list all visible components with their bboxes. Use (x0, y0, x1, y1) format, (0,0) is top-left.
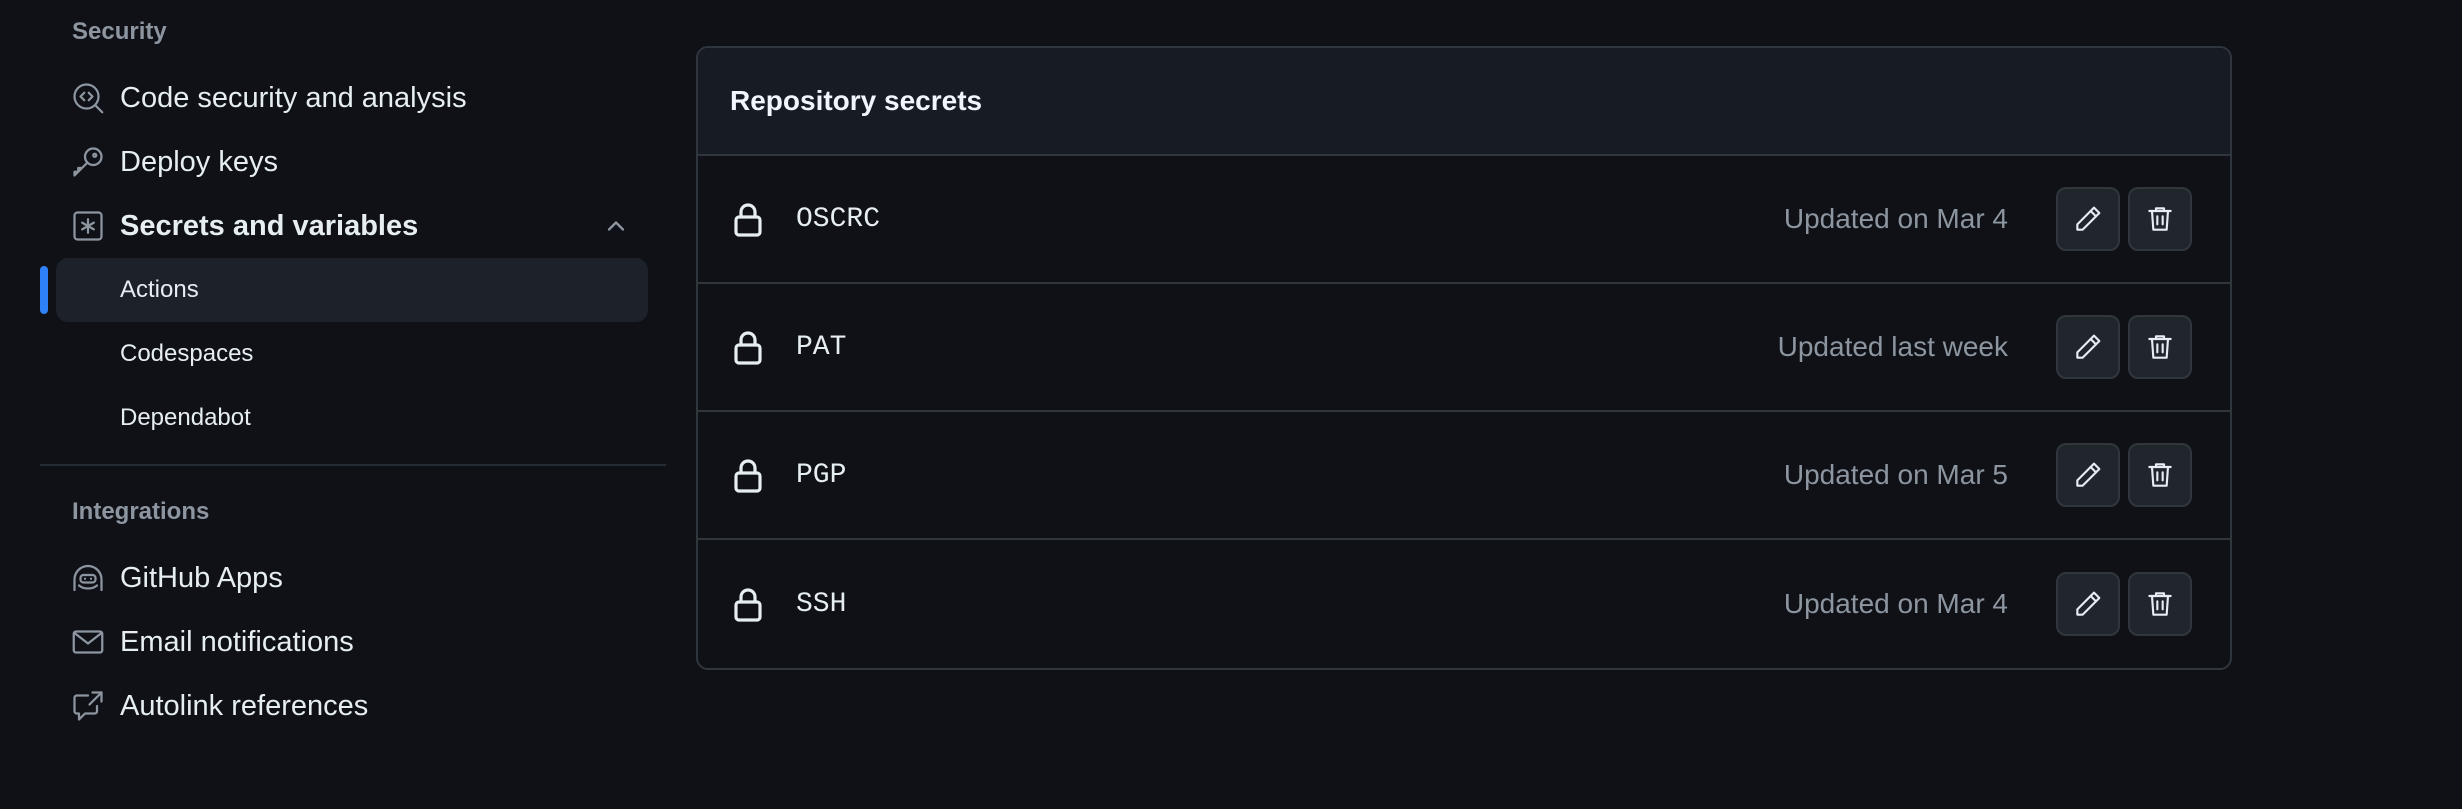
sidebar-item-autolink-references[interactable]: Autolink references (56, 676, 648, 736)
sidebar-item-deploy-keys[interactable]: Deploy keys (56, 132, 648, 192)
sidebar-item-label: Email notifications (120, 625, 354, 658)
sidebar-item-code-security[interactable]: Code security and analysis (56, 68, 648, 128)
settings-sidebar: Security Code security and analysis Depl… (0, 0, 670, 809)
sidebar-subitem-label: Dependabot (120, 404, 251, 431)
sidebar-item-github-apps[interactable]: GitHub Apps (56, 548, 648, 608)
security-heading: Security (72, 18, 167, 45)
edit-secret-button[interactable] (2056, 187, 2120, 251)
panel-header: Repository secrets (698, 48, 2230, 156)
edit-secret-button[interactable] (2056, 572, 2120, 636)
asterisk-icon (68, 206, 108, 246)
key-icon (68, 142, 108, 182)
active-indicator (40, 266, 48, 314)
sidebar-item-label: GitHub Apps (120, 561, 283, 594)
lock-icon (734, 331, 762, 365)
secret-name: PAT (796, 331, 847, 363)
secret-name: OSCRC (796, 203, 881, 235)
sidebar-item-secrets-and-variables[interactable]: Secrets and variables (56, 196, 648, 256)
trash-icon (2148, 207, 2172, 231)
sidebar-item-label: Autolink references (120, 689, 369, 722)
pencil-icon (2076, 462, 2101, 487)
lock-icon (734, 459, 762, 493)
sidebar-item-label: Secrets and variables (120, 209, 419, 242)
delete-secret-button[interactable] (2128, 187, 2192, 251)
sidebar-subitem-label: Codespaces (120, 340, 254, 367)
secret-updated: Updated last week (1777, 331, 2008, 362)
pencil-icon (2076, 334, 2101, 359)
delete-secret-button[interactable] (2128, 443, 2192, 507)
secret-row: SSH Updated on Mar 4 (698, 540, 2230, 668)
pencil-icon (2076, 591, 2101, 616)
sidebar-subitem-label: Actions (120, 276, 199, 303)
secret-name: SSH (796, 588, 847, 620)
sidebar-divider (40, 464, 666, 466)
cross-reference-icon (68, 686, 108, 726)
lock-icon (734, 203, 762, 237)
secret-row: PAT Updated last week (698, 284, 2230, 412)
chevron-up-icon[interactable] (602, 212, 630, 240)
lock-icon (734, 588, 762, 622)
codescan-icon (68, 78, 108, 118)
sidebar-item-label: Deploy keys (120, 145, 278, 178)
edit-secret-button[interactable] (2056, 315, 2120, 379)
secret-row: OSCRC Updated on Mar 4 (698, 156, 2230, 284)
trash-icon (2148, 592, 2172, 616)
sidebar-subitem-codespaces[interactable]: Codespaces (56, 322, 648, 386)
sidebar-subitem-actions[interactable]: Actions (56, 258, 648, 322)
panel-title: Repository secrets (730, 85, 983, 116)
trash-icon (2148, 463, 2172, 487)
integrations-heading: Integrations (72, 498, 210, 525)
secret-name: PGP (796, 459, 847, 491)
edit-secret-button[interactable] (2056, 443, 2120, 507)
sidebar-item-label: Code security and analysis (120, 81, 467, 114)
sidebar-subitem-dependabot[interactable]: Dependabot (56, 386, 648, 450)
secret-updated: Updated on Mar 5 (1783, 459, 2008, 490)
secret-updated: Updated on Mar 4 (1783, 203, 2008, 234)
repository-secrets-panel: Repository secrets OSCRC Updated on Mar … (696, 46, 2232, 670)
pencil-icon (2076, 206, 2101, 231)
sidebar-item-email-notifications[interactable]: Email notifications (56, 612, 648, 672)
mail-icon (68, 622, 108, 662)
delete-secret-button[interactable] (2128, 315, 2192, 379)
secret-row: PGP Updated on Mar 5 (698, 412, 2230, 540)
copilot-icon (68, 558, 108, 598)
delete-secret-button[interactable] (2128, 572, 2192, 636)
secret-updated: Updated on Mar 4 (1783, 588, 2008, 619)
trash-icon (2148, 335, 2172, 359)
